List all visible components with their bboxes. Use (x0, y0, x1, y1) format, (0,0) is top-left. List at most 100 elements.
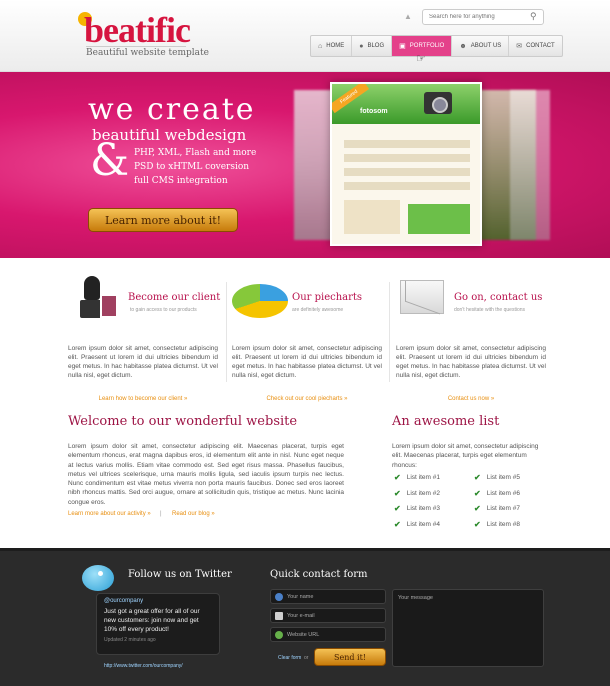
globe-icon (275, 630, 283, 639)
search-input[interactable] (422, 9, 544, 25)
user-icon[interactable]: ▲ (404, 12, 412, 21)
tweet-handle[interactable]: @ourcompany (104, 598, 212, 604)
website-placeholder: Website URL (287, 631, 320, 638)
list-item-label: List item #5 (486, 474, 520, 482)
preview-row (344, 140, 470, 148)
list-item-label: List item #6 (486, 489, 520, 497)
list-item: ✔ List item #7 (474, 501, 520, 517)
activity-link[interactable]: Learn more about our activity » (68, 511, 151, 517)
tweet-timestamp: Updated 2 minutes ago (104, 637, 156, 643)
check-icon: ✔ (474, 504, 481, 514)
list-item-label: List item #2 (406, 489, 440, 497)
logo-tagline: Beautiful website template (86, 48, 209, 58)
message-placeholder: Your message (398, 595, 433, 601)
feature-subtitle: to gain access to our products (130, 307, 197, 313)
preview-box (344, 200, 400, 234)
list-column-2: ✔ List item #5 ✔ List item #6 ✔ List item #… (474, 470, 520, 532)
search-icon[interactable]: ⚲ (530, 11, 537, 22)
tweet-text: Just got a great offer for all of our ne… (104, 608, 200, 633)
preview-logo: fotosom (360, 108, 388, 115)
list-item: ✔ List item #4 (394, 517, 440, 533)
check-icon: ✔ (394, 473, 401, 483)
list-item-label: List item #7 (486, 505, 520, 513)
hand-cursor-icon: ☞ (416, 53, 426, 65)
email-field[interactable]: Your e-mail (270, 608, 386, 623)
envelope-icon (400, 280, 444, 314)
list-item-label: List item #3 (406, 505, 440, 513)
nav-item-contact[interactable]: ✉ CONTACT (509, 36, 561, 56)
awesome-list-title: An awesome list (392, 414, 500, 429)
welcome-body: Lorem ipsum dolor sit amet, consectetur … (68, 443, 344, 506)
name-placeholder: Your name (287, 593, 314, 600)
feature-subtitle: don't hesitate with the questions (454, 307, 526, 313)
blog-link[interactable]: Read our blog » (172, 511, 215, 517)
twitter-profile-link[interactable]: http://www.twitter.com/ourcompany/ (104, 663, 183, 669)
check-icon: ✔ (474, 473, 481, 483)
hero-feature: PHP, XML, Flash and more (134, 148, 257, 158)
hero-feature: full CMS integration (134, 176, 228, 186)
twitter-bird-icon (80, 559, 116, 593)
clear-form-link[interactable]: Clear form (278, 655, 301, 661)
feature-title: Our piecharts (292, 292, 363, 303)
nav-item-about-us[interactable]: ☻ ABOUT US (452, 36, 510, 56)
feature-divider (226, 282, 227, 382)
email-placeholder: Your e-mail (287, 612, 315, 619)
preview-row (344, 182, 470, 190)
feature-link[interactable]: Contact us now » (396, 396, 546, 402)
check-icon: ✔ (474, 519, 481, 529)
feature-subtitle: are definitely awesome (292, 307, 344, 313)
website-field[interactable]: Website URL (270, 627, 386, 642)
hero-banner: we create beautiful webdesign & PHP, XML… (0, 72, 610, 258)
camera-icon (424, 92, 452, 114)
preview-box-green (408, 204, 470, 234)
feature-body: Lorem ipsum dolor sit amet, consectetur … (396, 345, 546, 379)
nav-label: PORTFOLIO (409, 43, 445, 49)
list-item: ✔ List item #5 (474, 470, 520, 486)
users-icon: ☻ (459, 42, 467, 50)
nav-item-blog[interactable]: ● BLOG (352, 36, 393, 56)
feature-link[interactable]: Learn how to become our client » (68, 396, 218, 402)
send-button[interactable]: Send it! (314, 648, 386, 666)
feature-divider (389, 282, 390, 382)
main-nav: ⌂ HOME ● BLOG ▣ PORTFOLIO ☻ ABOUT US ✉ C… (310, 35, 563, 57)
hero-headline: we create (88, 92, 256, 127)
feature-body: Lorem ipsum dolor sit amet, consectetur … (232, 345, 382, 379)
list-item-label: List item #8 (486, 520, 520, 528)
portfolio-icon: ▣ (399, 43, 406, 50)
feature-body: Lorem ipsum dolor sit amet, consectetur … (68, 345, 218, 379)
user-icon (275, 592, 283, 601)
logo-text: beatific (84, 10, 191, 50)
link-separator: | (160, 511, 162, 517)
twitter-title: Follow us on Twitter (128, 569, 232, 580)
message-field[interactable]: Your message (392, 589, 544, 667)
nav-label: CONTACT (526, 43, 555, 49)
nav-label: ABOUT US (470, 43, 502, 49)
tweet-card: @ourcompany Just got a great offer for a… (96, 593, 220, 655)
hero-ampersand: & (90, 135, 130, 186)
mail-icon (275, 611, 283, 620)
learn-more-button[interactable]: Learn more about it! (88, 208, 238, 232)
home-icon: ⌂ (318, 42, 323, 50)
contact-form-title: Quick contact form (270, 569, 368, 580)
check-icon: ✔ (394, 519, 401, 529)
or-text: or (304, 655, 309, 661)
list-item: ✔ List item #6 (474, 486, 520, 502)
mail-icon: ✉ (516, 43, 523, 50)
list-item: ✔ List item #3 (394, 501, 440, 517)
footer: Follow us on Twitter @ourcompany Just go… (0, 548, 610, 686)
list-item-label: List item #4 (406, 520, 440, 528)
feature-link[interactable]: Check out our cool piecharts » (232, 396, 382, 402)
nav-item-home[interactable]: ⌂ HOME (311, 36, 353, 56)
awesome-list-intro: Lorem ipsum dolor sit amet, consectetur … (392, 443, 539, 469)
check-icon: ✔ (394, 488, 401, 498)
name-field[interactable]: Your name (270, 589, 386, 604)
feature-title: Go on, contact us (454, 292, 543, 303)
welcome-title: Welcome to our wonderful website (68, 414, 298, 429)
portfolio-preview-far-right (510, 90, 550, 240)
hero-feature: PSD to xHTML coversion (134, 162, 250, 172)
preview-header: Featured fotosom (332, 84, 480, 124)
portfolio-preview-main[interactable]: Featured fotosom (330, 82, 482, 246)
chat-icon: ● (359, 42, 364, 50)
nav-label: HOME (326, 43, 345, 49)
preview-row (344, 154, 470, 162)
